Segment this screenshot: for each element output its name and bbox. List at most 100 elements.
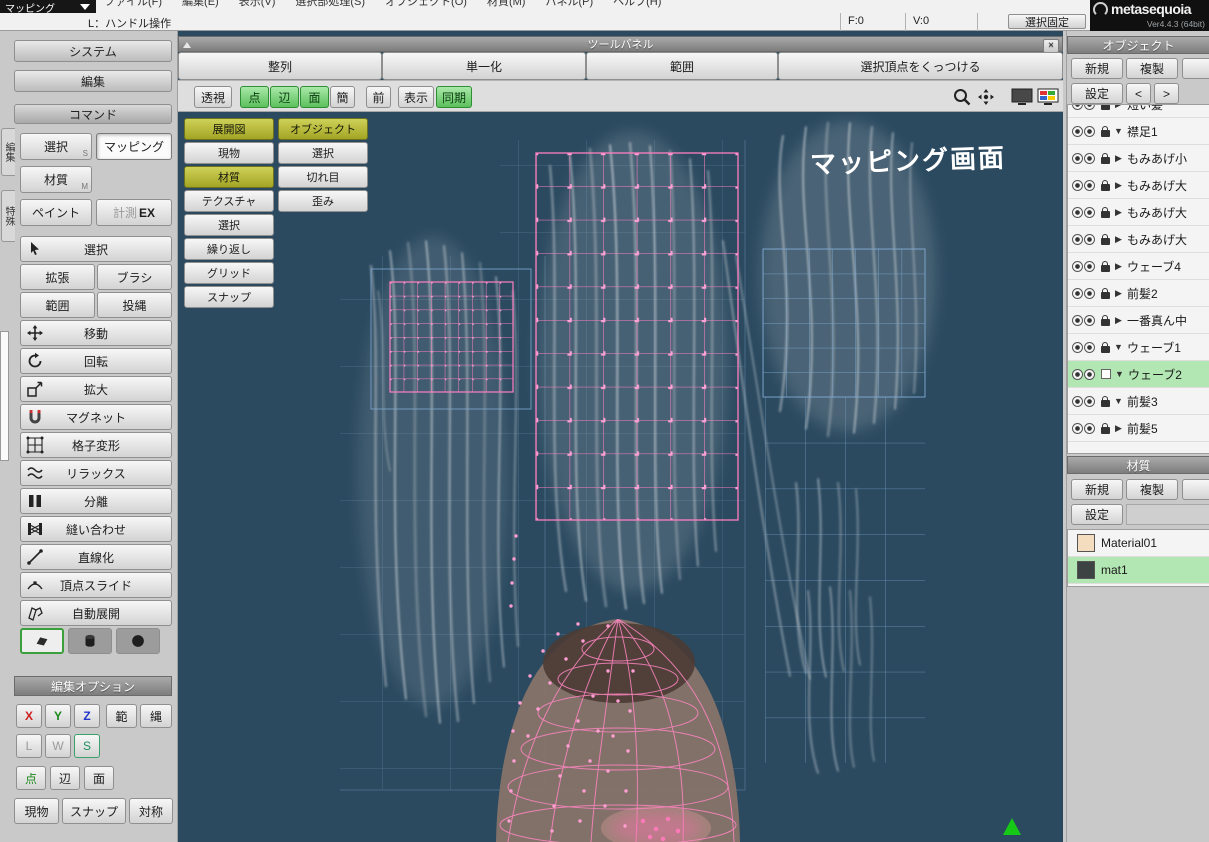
- uv-island-right[interactable]: [762, 248, 926, 763]
- view-simple-toggle[interactable]: 簡: [330, 86, 355, 108]
- tool-expand-button[interactable]: 拡張: [20, 264, 95, 290]
- object-row[interactable]: ▼ 襟足1: [1068, 118, 1209, 145]
- uv-object-view-toggle[interactable]: オブジェクト: [278, 118, 368, 140]
- local-coord-toggle[interactable]: L: [16, 734, 42, 758]
- uv-island-selected-large[interactable]: [535, 152, 739, 521]
- object-prev-button[interactable]: <: [1126, 83, 1151, 104]
- action-unify-button[interactable]: 単一化: [382, 52, 586, 80]
- object-next-button[interactable]: >: [1154, 83, 1179, 104]
- visibility-icon[interactable]: [1072, 179, 1095, 191]
- uv-grid-toggle[interactable]: グリッド: [184, 262, 274, 284]
- lock-icon[interactable]: [1101, 314, 1110, 326]
- uv-selection-toggle[interactable]: 選択: [278, 142, 368, 164]
- expander-icon[interactable]: ▶: [1113, 153, 1124, 164]
- view-display-button[interactable]: 表示: [398, 86, 434, 108]
- lock-icon[interactable]: [1101, 287, 1110, 299]
- visibility-icon[interactable]: [1072, 368, 1095, 380]
- panel-pin-icon[interactable]: [183, 42, 191, 48]
- object-row[interactable]: ▶ ウェーブ4: [1068, 253, 1209, 280]
- object-row[interactable]: ▶ もみあげ大: [1068, 199, 1209, 226]
- expander-icon[interactable]: ▶: [1113, 105, 1124, 110]
- view-front-toggle[interactable]: 前: [366, 86, 391, 108]
- object-row[interactable]: ▶ 前髪2: [1068, 280, 1209, 307]
- expander-icon[interactable]: ▶: [1113, 207, 1124, 218]
- visibility-icon[interactable]: [1072, 152, 1095, 164]
- unlock-icon[interactable]: [1101, 369, 1111, 379]
- mode-paint-button[interactable]: ペイント: [20, 199, 92, 226]
- rope-toggle[interactable]: 縄: [140, 704, 172, 728]
- section-command[interactable]: コマンド: [14, 104, 172, 124]
- axis-y-toggle[interactable]: Y: [45, 704, 71, 728]
- world-coord-toggle[interactable]: W: [45, 734, 71, 758]
- uv-unfold-view-toggle[interactable]: 展開図: [184, 118, 274, 140]
- mode-material-button[interactable]: 材質 M: [20, 166, 92, 193]
- visibility-icon[interactable]: [1072, 395, 1095, 407]
- primitive-plane-button[interactable]: [20, 628, 64, 654]
- view-point-toggle[interactable]: 点: [240, 86, 269, 108]
- range-toggle[interactable]: 範: [106, 704, 137, 728]
- lock-icon[interactable]: [1101, 233, 1110, 245]
- action-align-button[interactable]: 整列: [178, 52, 382, 80]
- primitive-sphere-button[interactable]: [116, 628, 160, 654]
- screen-coord-toggle[interactable]: S: [74, 734, 100, 758]
- expander-icon[interactable]: ▶: [1113, 315, 1124, 326]
- lock-icon[interactable]: [1101, 152, 1110, 164]
- symmetry-toggle[interactable]: 対称: [129, 798, 173, 824]
- tool-straighten-button[interactable]: 直線化: [20, 544, 172, 570]
- action-range-button[interactable]: 範囲: [586, 52, 778, 80]
- tool-sew-button[interactable]: 縫い合わせ: [20, 516, 172, 542]
- lock-icon[interactable]: [1101, 260, 1110, 272]
- uv-island-selected-small[interactable]: [370, 268, 532, 410]
- expander-icon[interactable]: ▼: [1113, 342, 1124, 352]
- expander-icon[interactable]: ▶: [1113, 261, 1124, 272]
- expander-icon[interactable]: ▼: [1113, 126, 1124, 136]
- lock-icon[interactable]: [1101, 395, 1110, 407]
- side-tab-edit[interactable]: 編集: [1, 128, 15, 176]
- mode-selector-dropdown[interactable]: マッピング: [0, 0, 96, 15]
- tool-scale-button[interactable]: 拡大: [20, 376, 172, 402]
- object-panel-header[interactable]: オブジェクト: [1067, 36, 1209, 54]
- tool-auto-unfold-button[interactable]: 自動展開: [20, 600, 172, 626]
- pan-tool-button[interactable]: [976, 87, 996, 107]
- selection-lock-button[interactable]: 選択固定: [1008, 14, 1086, 29]
- collapsed-panel-sliver[interactable]: [0, 331, 9, 461]
- tool-panel-titlebar[interactable]: ツールパネル ×: [178, 36, 1063, 53]
- menu-item[interactable]: 材質(M): [487, 0, 526, 9]
- current-object-toggle[interactable]: 現物: [14, 798, 59, 824]
- tool-relax-button[interactable]: リラックス: [20, 460, 172, 486]
- view-mode-button[interactable]: [1010, 87, 1034, 107]
- view-face-toggle[interactable]: 面: [300, 86, 329, 108]
- menu-item[interactable]: ファイル(F): [104, 0, 162, 9]
- expander-icon[interactable]: ▶: [1113, 423, 1124, 434]
- uv-material-toggle[interactable]: 材質: [184, 166, 274, 188]
- uv-repeat-toggle[interactable]: 繰り返し: [184, 238, 274, 260]
- expander-icon[interactable]: ▶: [1113, 180, 1124, 191]
- section-edit[interactable]: 編集: [14, 70, 172, 92]
- edge-toggle[interactable]: 辺: [50, 766, 80, 790]
- side-tab-special[interactable]: 特殊: [1, 190, 15, 242]
- mode-measure-button[interactable]: 計測 EX: [96, 199, 172, 226]
- material-row[interactable]: Material01: [1068, 530, 1209, 557]
- material-settings-button[interactable]: 設定: [1071, 504, 1123, 525]
- object-row[interactable]: ▶ 一番真ん中: [1068, 307, 1209, 334]
- tool-magnet-button[interactable]: マグネット: [20, 404, 172, 430]
- lock-icon[interactable]: [1101, 206, 1110, 218]
- menu-item[interactable]: パネル(P): [545, 0, 593, 9]
- lock-icon[interactable]: [1101, 105, 1110, 110]
- expander-icon[interactable]: ▶: [1113, 234, 1124, 245]
- expander-icon[interactable]: ▶: [1113, 288, 1124, 299]
- view-edge-toggle[interactable]: 辺: [270, 86, 299, 108]
- expander-icon[interactable]: ▼: [1114, 369, 1125, 379]
- object-row-selected[interactable]: ▼ ウェーブ2: [1068, 361, 1209, 388]
- menu-item[interactable]: 編集(E): [182, 0, 219, 9]
- tool-range-button[interactable]: 範囲: [20, 292, 95, 318]
- material-row-selected[interactable]: mat1: [1068, 557, 1209, 584]
- uv-snap-toggle[interactable]: スナップ: [184, 286, 274, 308]
- object-row[interactable]: ▶ もみあげ小: [1068, 145, 1209, 172]
- uv-current-toggle[interactable]: 現物: [184, 142, 274, 164]
- visibility-icon[interactable]: [1072, 233, 1095, 245]
- material-new-button[interactable]: 新規: [1071, 479, 1123, 500]
- tool-select-button[interactable]: 選択: [20, 236, 172, 262]
- object-row[interactable]: ▶ もみあげ大: [1068, 226, 1209, 253]
- object-row[interactable]: ▶短い髪: [1068, 105, 1209, 118]
